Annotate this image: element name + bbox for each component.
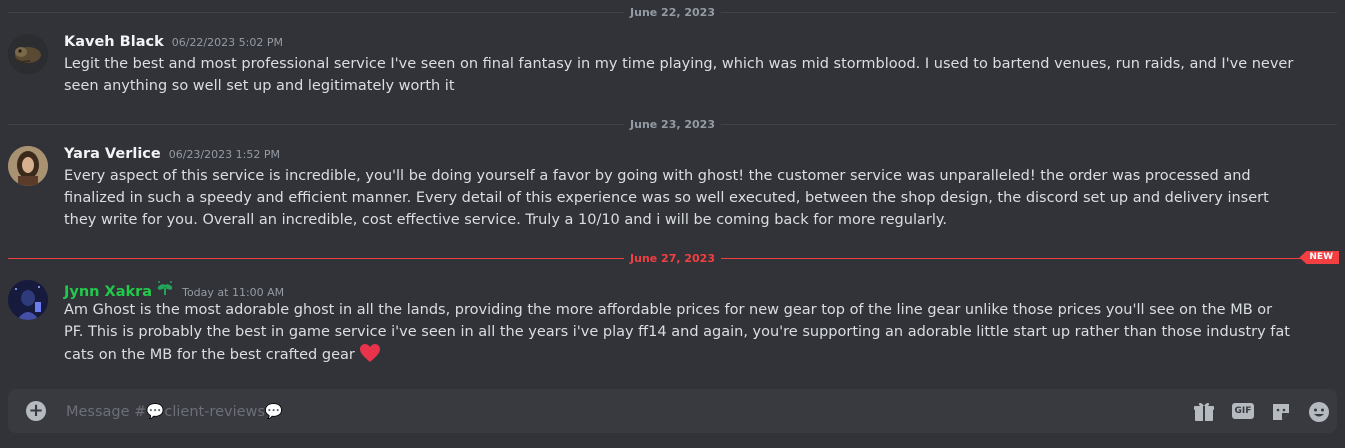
new-badge: NEW — [1299, 251, 1339, 264]
message-jynn: Jynn Xakra Today at 11:00 AM Am Ghost is… — [0, 278, 1345, 370]
message-header: Kaveh Black 06/22/2023 5:02 PM — [64, 34, 283, 50]
date-divider: June 23, 2023 — [8, 116, 1338, 132]
date-divider-label: June 23, 2023 — [630, 117, 715, 131]
message-text: Am Ghost is the most adorable ghost in a… — [64, 302, 1290, 363]
message-header: Jynn Xakra Today at 11:00 AM — [64, 280, 284, 300]
message-text: Legit the best and most professional ser… — [64, 56, 1294, 94]
message-text: Every aspect of this service is incredib… — [64, 168, 1269, 228]
message-kaveh: Kaveh Black 06/22/2023 5:02 PM Legit the… — [0, 32, 1345, 100]
message-body: Am Ghost is the most adorable ghost in a… — [64, 299, 1295, 366]
username[interactable]: Jynn Xakra — [64, 284, 152, 300]
message-composer: + GIF — [8, 389, 1337, 433]
date-divider: June 22, 2023 — [8, 4, 1338, 20]
avatar[interactable] — [8, 34, 48, 74]
timestamp: 06/22/2023 5:02 PM — [171, 36, 283, 49]
username[interactable]: Kaveh Black — [64, 34, 164, 50]
add-attachment-button[interactable]: + — [26, 401, 46, 421]
new-messages-divider: June 27, 2023 NEW — [8, 250, 1339, 266]
date-divider-label: June 22, 2023 — [630, 5, 715, 19]
username[interactable]: Yara Verlice — [64, 146, 161, 162]
timestamp: 06/23/2023 1:52 PM — [168, 148, 280, 161]
gift-icon[interactable] — [1192, 400, 1216, 424]
message-input[interactable] — [64, 401, 668, 423]
date-divider-label: June 27, 2023 — [630, 251, 715, 265]
avatar[interactable] — [8, 280, 48, 320]
message-header: Yara Verlice 06/23/2023 1:52 PM — [64, 146, 280, 162]
heart-emoji-icon — [359, 343, 381, 363]
emoji-icon[interactable] — [1307, 400, 1331, 424]
timestamp: Today at 11:00 AM — [182, 286, 285, 299]
sticker-icon[interactable] — [1269, 400, 1293, 424]
sprout-icon — [156, 280, 174, 296]
gif-button[interactable]: GIF — [1232, 403, 1254, 419]
avatar[interactable] — [8, 146, 48, 186]
message-yara: Yara Verlice 06/23/2023 1:52 PM Every as… — [0, 144, 1345, 234]
